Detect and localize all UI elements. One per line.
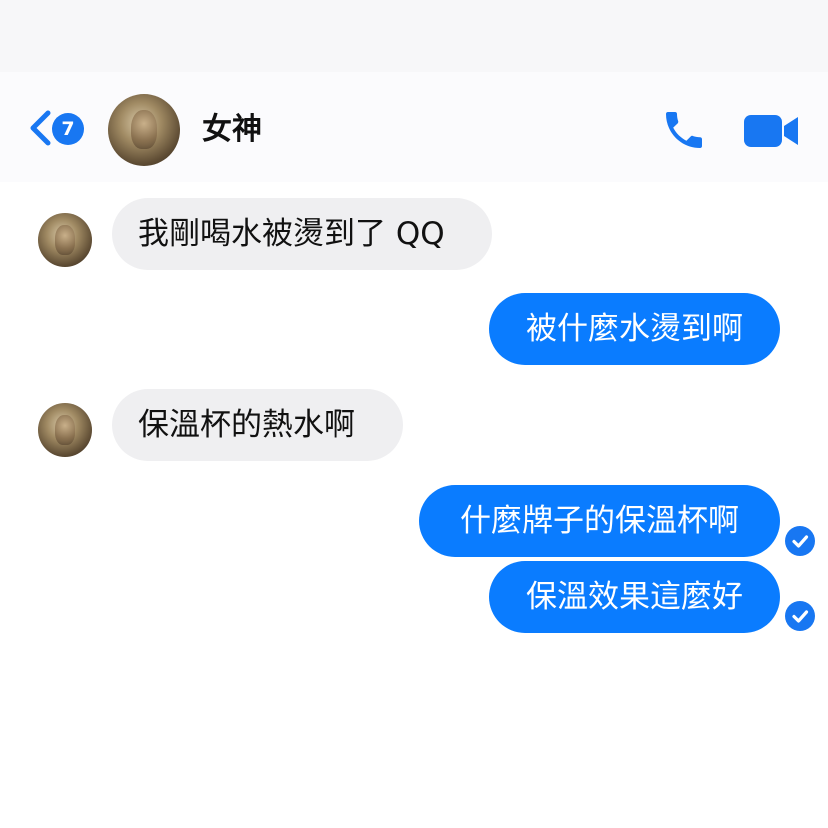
status-bar <box>0 0 828 72</box>
unread-count-badge[interactable]: 7 <box>52 113 84 145</box>
incoming-message-bubble[interactable]: 我剛喝水被燙到了 QQ <box>112 198 492 270</box>
outgoing-message-bubble[interactable]: 保溫效果這麼好 <box>489 561 780 633</box>
phone-icon[interactable] <box>660 106 708 154</box>
sent-check-icon <box>785 601 815 631</box>
outgoing-message-bubble[interactable]: 什麼牌子的保溫杯啊 <box>419 485 780 557</box>
video-camera-icon[interactable] <box>742 112 800 150</box>
sent-check-icon <box>785 526 815 556</box>
message-avatar[interactable] <box>38 213 92 267</box>
incoming-message-bubble[interactable]: 保溫杯的熱水啊 <box>112 389 403 461</box>
message-avatar[interactable] <box>38 403 92 457</box>
contact-name[interactable]: 女神 <box>202 110 262 150</box>
outgoing-message-bubble[interactable]: 被什麼水燙到啊 <box>489 293 780 365</box>
contact-avatar[interactable] <box>108 94 180 166</box>
